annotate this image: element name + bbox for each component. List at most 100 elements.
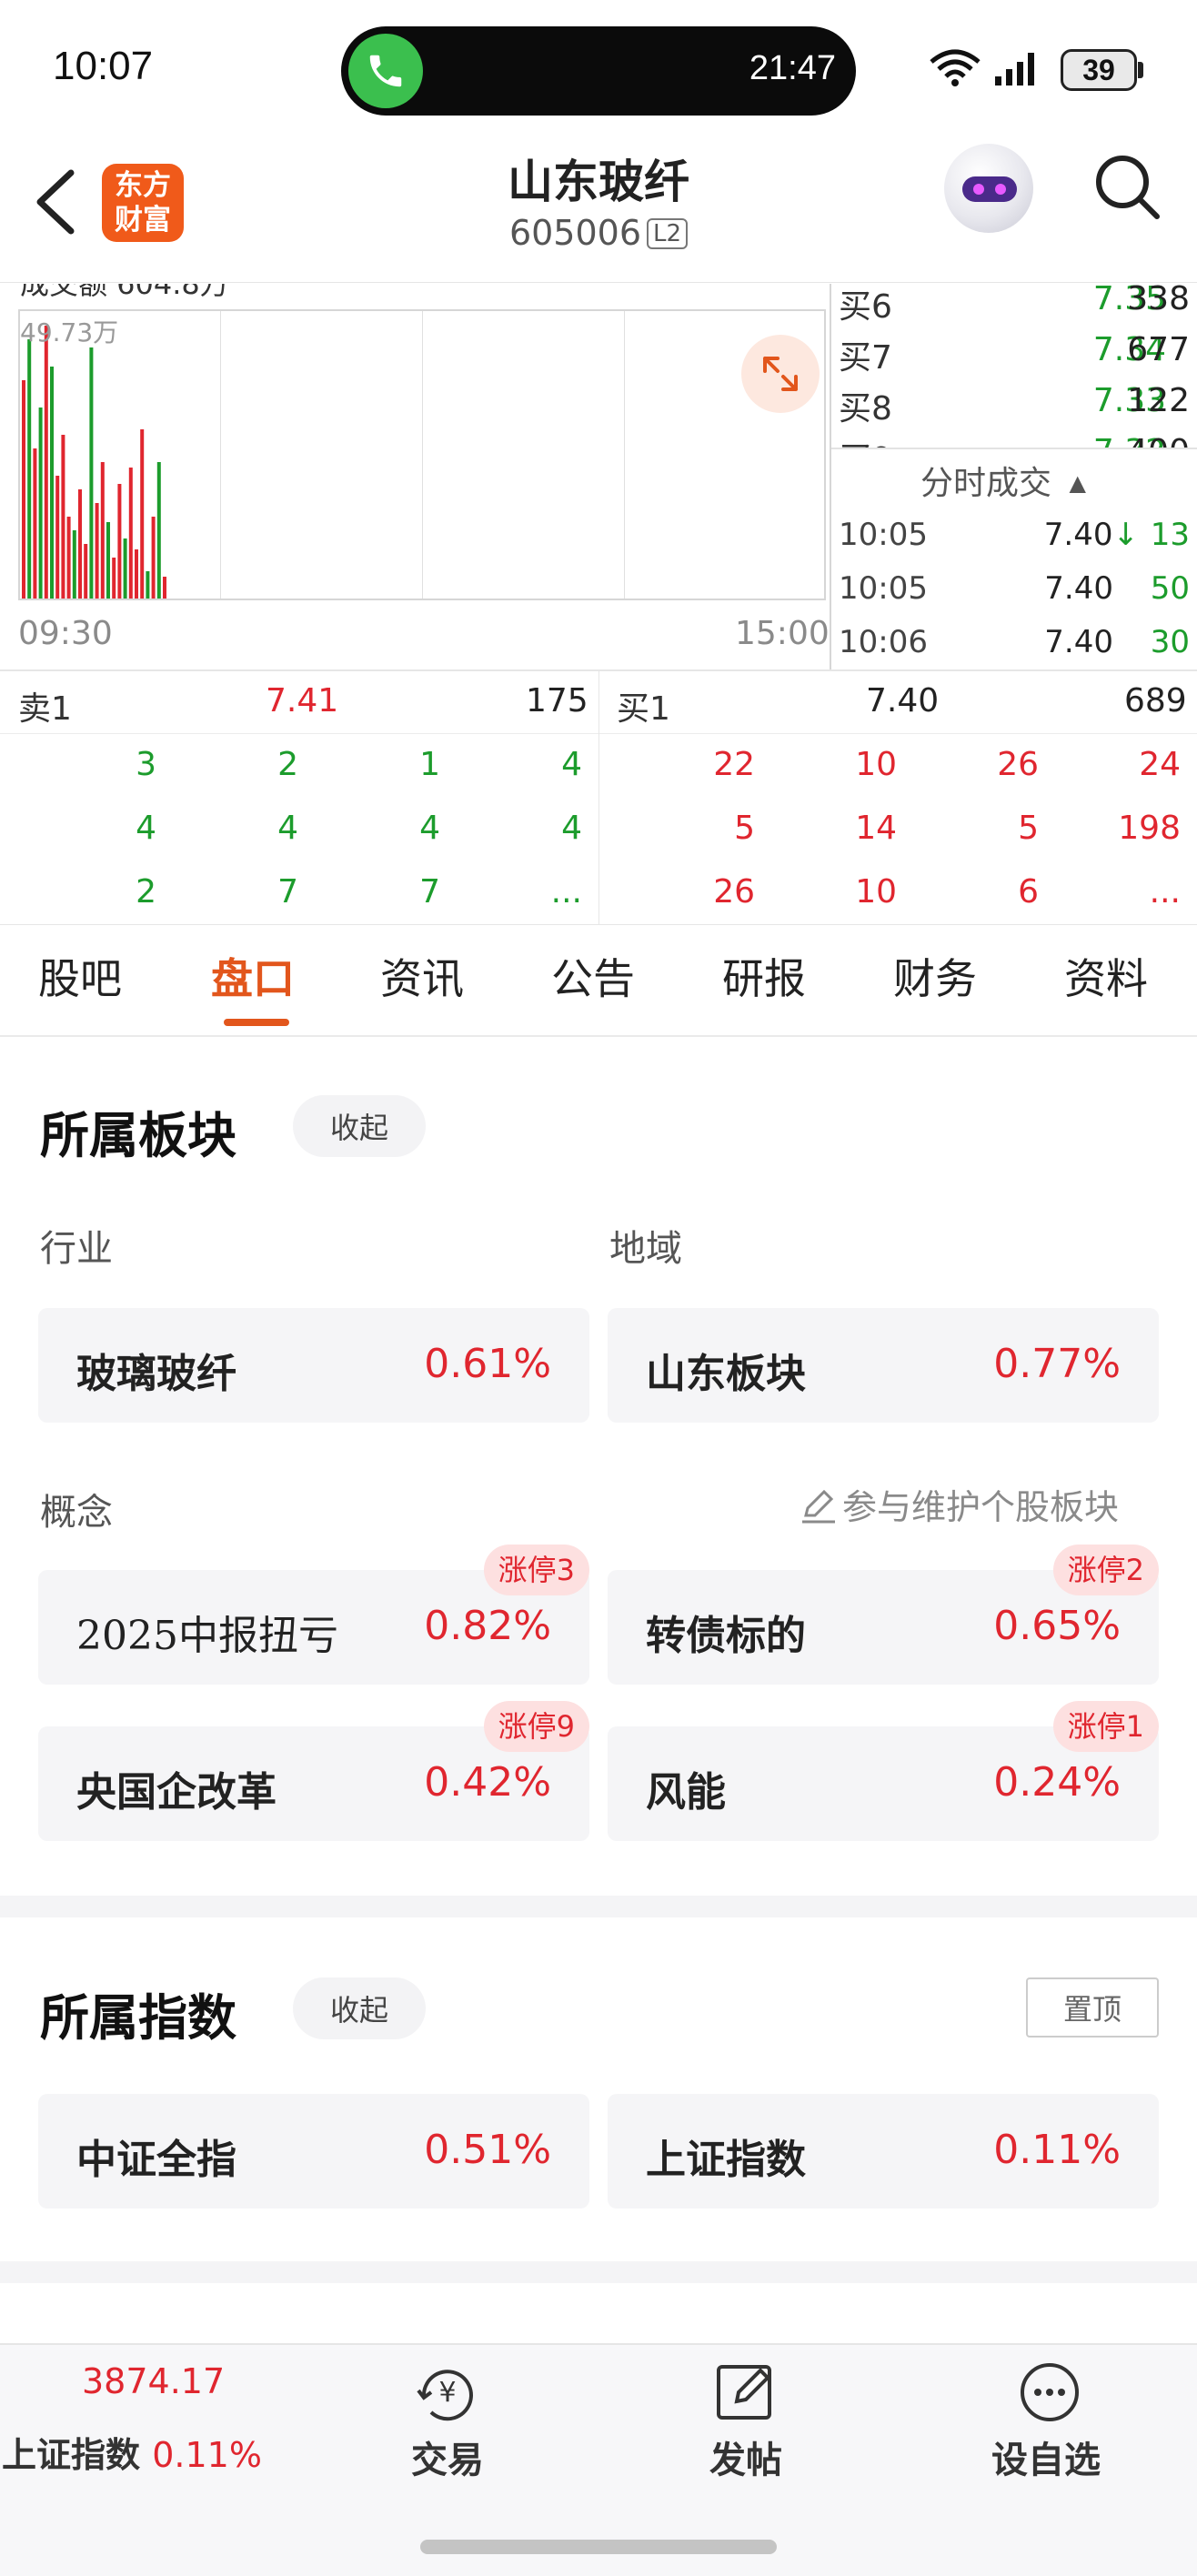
volume-chart[interactable] xyxy=(18,309,826,600)
home-indicator[interactable] xyxy=(420,2540,777,2554)
sell1-qty: 175 xyxy=(526,682,588,719)
battery-tip xyxy=(1138,62,1143,78)
tab-profile[interactable]: 资料 xyxy=(1064,946,1148,1006)
card-pct: 0.11% xyxy=(993,2127,1121,2173)
volume-max-label: 49.73万 xyxy=(20,317,119,347)
buy-level-label: 买7 xyxy=(839,339,892,377)
sector-collapse-button[interactable]: 收起 xyxy=(293,1095,426,1157)
tick-price: 7.40 xyxy=(1044,570,1113,607)
buy-level-qty: 400 xyxy=(1127,433,1190,448)
industry-label: 行业 xyxy=(40,1228,113,1270)
industry-card[interactable]: 玻璃玻纤 0.61% xyxy=(38,1308,589,1423)
volume-bar xyxy=(27,339,32,599)
card-name: 山东板块 xyxy=(646,1351,806,1397)
phone-icon[interactable] xyxy=(348,34,423,108)
volume-bar xyxy=(151,517,156,599)
header-divider xyxy=(0,282,1197,283)
down-arrow-icon: ↓ xyxy=(1112,517,1140,553)
card-name: 2025中报扭亏 xyxy=(76,1613,338,1659)
index-card[interactable]: 上证指数 0.11% xyxy=(608,2094,1159,2209)
volume-bar xyxy=(61,435,65,599)
volume-bar xyxy=(163,577,166,599)
sell1-label: 卖1 xyxy=(18,690,72,728)
buy-levels-list[interactable]: 买6 7.35 338 买7 7.34 677 买8 7.33 122 买9 7… xyxy=(831,284,1197,448)
tick-row: 10:05 7.40 50 xyxy=(839,563,1193,614)
queue-cell: 5 xyxy=(1018,810,1039,847)
concept-card[interactable]: 转债标的 0.65% 涨停2 xyxy=(608,1545,1159,1685)
buy-level-row: 买7 7.34 677 xyxy=(839,324,1193,377)
volume-bar xyxy=(117,484,122,599)
queue-cell: 2 xyxy=(277,746,298,783)
tab-announcements[interactable]: 公告 xyxy=(551,946,635,1006)
queue-cell: 6 xyxy=(1018,873,1039,911)
volume-bar xyxy=(106,522,110,599)
stock-code: 605006 xyxy=(508,213,642,253)
index-collapse-button[interactable]: 收起 xyxy=(293,1977,426,2039)
queue-cell: 10 xyxy=(855,746,897,783)
index-pct: 0.11% xyxy=(152,2435,262,2475)
tick-row: 10:05 7.40↓ 13 xyxy=(839,509,1193,560)
tab-finance[interactable]: 财务 xyxy=(893,946,977,1006)
concept-card[interactable]: 2025中报扭亏 0.82% 涨停3 xyxy=(38,1545,589,1685)
buy-level-row: 买8 7.33 122 xyxy=(839,375,1193,428)
call-timer: 21:47 xyxy=(749,49,836,87)
status-time: 10:07 xyxy=(53,44,154,88)
tab-research[interactable]: 研报 xyxy=(722,946,806,1006)
volume-bar xyxy=(89,347,94,599)
volume-bar xyxy=(38,408,43,599)
maintain-sector-link[interactable]: 参与维护个股板块 xyxy=(799,1479,1119,1529)
buy1-label: 买1 xyxy=(617,690,670,728)
card-pct: 0.42% xyxy=(424,1759,551,1806)
section-gap xyxy=(0,1896,1197,1917)
card-pct: 0.65% xyxy=(993,1603,1121,1649)
queue-cell: 10 xyxy=(855,873,897,911)
level2-badge[interactable]: L2 xyxy=(647,218,689,249)
call-pill[interactable]: 21:47 xyxy=(341,26,856,116)
buy-level-row: 买9 7.32 400 xyxy=(839,426,1193,448)
card-name: 风能 xyxy=(646,1769,726,1816)
index-card[interactable]: 中证全指 0.51% xyxy=(38,2094,589,2209)
queue-cell: 4 xyxy=(136,810,156,847)
pin-top-button[interactable]: 置顶 xyxy=(1026,1977,1159,2038)
sell1-price: 7.41 xyxy=(266,682,339,719)
card-pct: 0.82% xyxy=(424,1603,551,1649)
queue-cell: 22 xyxy=(713,746,755,783)
tab-guba[interactable]: 股吧 xyxy=(38,946,122,1006)
tab-pankou[interactable]: 盘口 xyxy=(211,946,295,1006)
volume-bar xyxy=(78,489,82,599)
tick-volume: 30 xyxy=(1150,624,1190,660)
card-name: 中证全指 xyxy=(76,2137,236,2183)
volume-bar xyxy=(72,530,76,599)
robot-assistant-avatar[interactable] xyxy=(944,144,1033,233)
section-gap xyxy=(0,2261,1197,2283)
more-circle-icon xyxy=(1021,2363,1079,2421)
volume-bar xyxy=(22,380,25,599)
search-icon[interactable] xyxy=(1091,151,1164,224)
concept-card[interactable]: 央国企改革 0.42% 涨停9 xyxy=(38,1701,589,1841)
queue-cell: 1 xyxy=(419,746,440,783)
post-label: 发帖 xyxy=(709,2440,782,2481)
queue-cell: ... xyxy=(550,873,582,911)
concept-card[interactable]: 风能 0.24% 涨停1 xyxy=(608,1701,1159,1841)
volume-bar xyxy=(123,538,127,599)
queue-cell: 5 xyxy=(734,810,755,847)
tick-time: 10:05 xyxy=(839,517,928,553)
volume-bar xyxy=(128,468,133,599)
volume-bar xyxy=(95,503,99,599)
queue-cell: 4 xyxy=(277,810,298,847)
queue-cell: 4 xyxy=(419,810,440,847)
card-pct: 0.51% xyxy=(424,2127,551,2173)
queue-cell: 3 xyxy=(136,746,156,783)
tick-row: 10:06 7.40 30 xyxy=(839,617,1193,668)
buy-level-qty: 338 xyxy=(1127,284,1190,317)
chart-time-start: 09:30 xyxy=(18,615,113,652)
svg-text:¥: ¥ xyxy=(438,2377,456,2409)
buy1-price: 7.40 xyxy=(866,682,940,719)
card-name: 央国企改革 xyxy=(76,1769,277,1816)
tick-volume: 50 xyxy=(1150,570,1190,607)
queue-cell: 4 xyxy=(561,810,582,847)
region-card[interactable]: 山东板块 0.77% xyxy=(608,1308,1159,1423)
tab-news[interactable]: 资讯 xyxy=(380,946,464,1006)
expand-icon[interactable] xyxy=(741,335,820,413)
ticks-title[interactable]: 分时成交 ▲ xyxy=(920,457,1086,504)
